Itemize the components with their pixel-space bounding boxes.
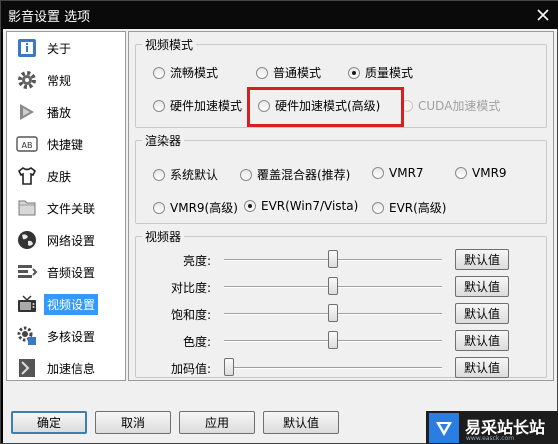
default-button[interactable]: 默认值 [455,249,509,270]
slider-thumb[interactable] [224,358,234,376]
slider-row-saturation: 饱和度: 默认值 [129,303,549,325]
sidebar-item-file-assoc[interactable]: 文件关联 [8,194,125,222]
radio-normal-mode[interactable]: 普通模式 [256,64,321,81]
cpu-icon [13,324,41,348]
radio-quality-mode[interactable]: 质量模式 [348,64,413,81]
gear-icon [13,68,41,92]
sidebar-item-label: 文件关联 [47,201,96,216]
svg-text:AB: AB [22,141,33,150]
watermark-logo: 易采站长站 www.easck.com [426,411,558,444]
dialog-body: 关于 常规 播放 AB 快捷键 皮肤 文件关联 网络设置 音频设置 视频设置 多… [3,29,558,444]
slider-label: 对比度: [170,281,211,295]
sidebar-item-about[interactable]: 关于 [8,34,125,62]
highlight-box [247,87,404,127]
sidebar-item-hotkeys[interactable]: AB 快捷键 [8,130,125,158]
sidebar-item-label: 音频设置 [47,265,96,280]
close-icon [537,9,549,21]
radio-dot [153,66,165,79]
radio-dot [153,201,165,214]
slider-row-gamma: 加码值: 默认值 [129,357,549,379]
slider-label: 加码值: [170,362,211,376]
sidebar-item-video[interactable]: 视频设置 [8,290,125,318]
video-settings-panel: 视频模式 流畅模式 普通模式 质量模式 硬件加速模式 硬件加速模式(高级) CU… [128,31,554,381]
ok-button[interactable]: 确定 [11,411,87,434]
sidebar-item-label: 皮肤 [47,169,72,184]
radio-dot [256,66,268,79]
title-bar[interactable]: 影音设置 选项 [1,1,558,29]
default-button[interactable]: 默认值 [455,276,509,297]
slider-thumb[interactable] [328,277,338,295]
slider-thumb[interactable] [328,331,338,349]
default-button[interactable]: 默认值 [455,357,509,378]
tshirt-icon [13,164,41,188]
slider-label: 色度: [182,335,211,349]
play-icon [13,100,41,124]
slider-thumb[interactable] [328,304,338,322]
sidebar-item-multicore[interactable]: 多核设置 [8,322,125,350]
sidebar-item-label: 常规 [47,73,72,88]
group-title: 视频模式 [145,38,194,52]
audio-icon [13,260,41,284]
default-button[interactable]: 默认值 [455,330,509,351]
watermark-url: www.easck.com [466,435,515,442]
radio-renderer-overlay-mixer[interactable]: 覆盖混合器(推荐) [240,166,350,183]
slider-track[interactable] [224,367,442,369]
sidebar-item-playback[interactable]: 播放 [8,98,125,126]
sidebar-item-label: 视频设置 [44,293,99,315]
sidebar-item-label: 关于 [47,41,72,56]
radio-dot [372,201,384,214]
sidebar-item-label: 加速信息 [47,361,96,376]
sidebar-item-label: 多核设置 [47,329,96,344]
slider-label: 亮度: [182,254,211,268]
apply-button[interactable]: 应用 [179,411,255,434]
radio-smooth-mode[interactable]: 流畅模式 [153,64,218,81]
sidebar-item-label: 网络设置 [47,233,96,248]
tv-icon [13,292,41,316]
slider-row-hue: 色度: 默认值 [129,330,549,352]
default-button[interactable]: 默认值 [455,303,509,324]
radio-dot [244,200,256,212]
accel-icon [13,356,41,380]
cancel-button[interactable]: 取消 [95,411,171,434]
globe-icon [13,228,41,252]
window-title: 影音设置 选项 [8,10,91,25]
radio-renderer-vmr7[interactable]: VMR7 [372,166,424,180]
logo-icon [429,413,459,443]
settings-window: 影音设置 选项 关于 常规 播放 AB 快捷键 皮肤 文件关联 网络设置 音频设… [0,0,558,444]
radio-dot [153,168,165,181]
info-icon [13,36,41,60]
sidebar-item-skin[interactable]: 皮肤 [8,162,125,190]
radio-dot [455,167,467,179]
sidebar: 关于 常规 播放 AB 快捷键 皮肤 文件关联 网络设置 音频设置 视频设置 多… [6,31,126,381]
radio-renderer-evr-advanced[interactable]: EVR(高级) [372,199,447,216]
group-title: 渲染器 [145,134,182,148]
radio-dot [240,168,252,181]
restore-defaults-button[interactable]: 默认值 [263,411,339,434]
slider-row-contrast: 对比度: 默认值 [129,276,549,298]
radio-renderer-vmr9-advanced[interactable]: VMR9(高级) [153,199,238,216]
sidebar-item-general[interactable]: 常规 [8,66,125,94]
radio-cuda-mode[interactable]: CUDA加速模式 [401,97,500,114]
slider-thumb[interactable] [328,250,338,268]
close-button[interactable] [533,5,553,25]
sidebar-item-label: 播放 [47,105,72,120]
radio-dot [153,99,165,112]
sidebar-item-network[interactable]: 网络设置 [8,226,125,254]
group-title: 视频器 [145,230,182,244]
radio-hw-accel-mode[interactable]: 硬件加速模式 [153,97,242,114]
sidebar-item-accel-info[interactable]: 加速信息 [8,354,125,382]
radio-renderer-evr[interactable]: EVR(Win7/Vista) [244,199,358,213]
sidebar-item-label: 快捷键 [47,137,84,152]
sidebar-item-audio[interactable]: 音频设置 [8,258,125,286]
radio-renderer-system-default[interactable]: 系统默认 [153,166,218,183]
keyboard-icon: AB [13,132,41,156]
slider-label: 饱和度: [170,308,211,322]
slider-row-brightness: 亮度: 默认值 [129,249,549,271]
radio-dot [348,66,360,79]
radio-dot [372,167,384,179]
folder-icon [13,196,41,220]
radio-renderer-vmr9[interactable]: VMR9 [455,166,507,180]
